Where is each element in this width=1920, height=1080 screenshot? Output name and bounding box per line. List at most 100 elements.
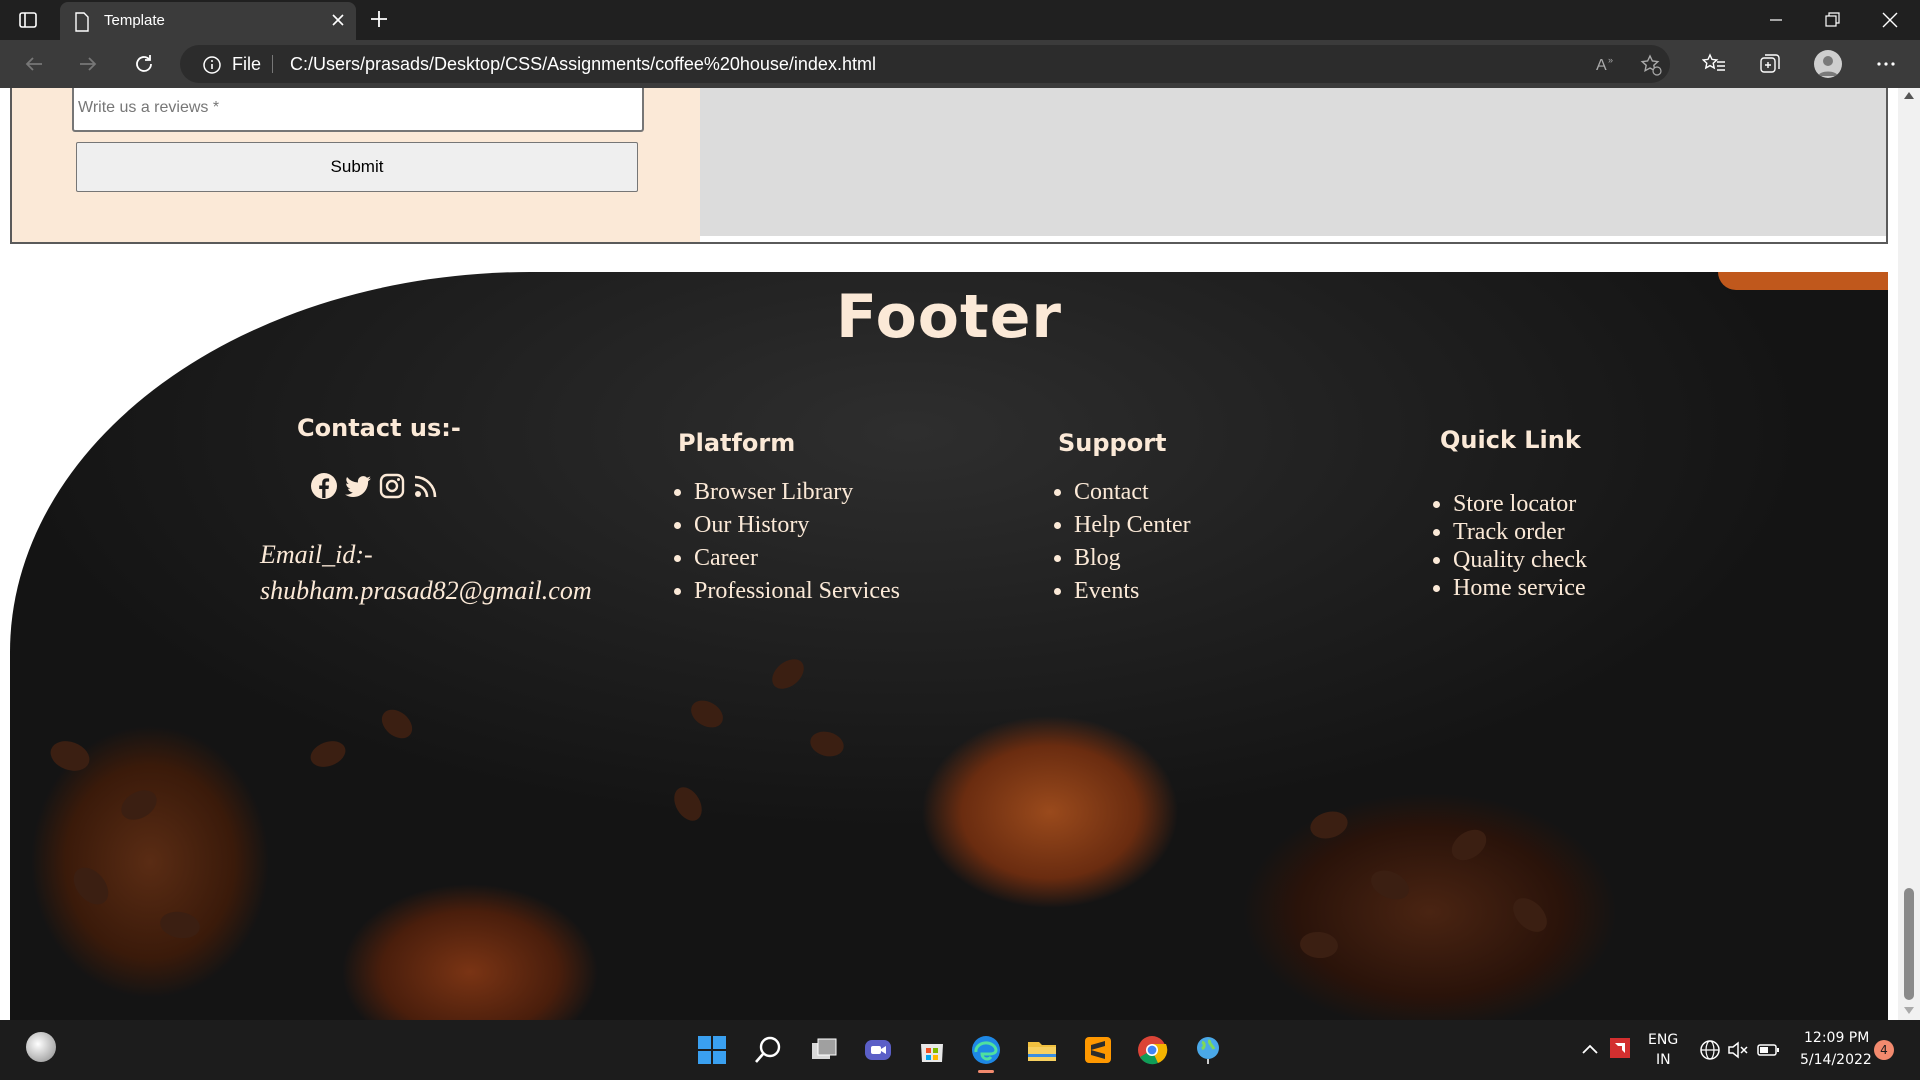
scroll-up-arrow-icon[interactable] [1904,92,1914,99]
collections-icon[interactable] [1758,52,1782,80]
chrome-icon[interactable] [1136,1034,1168,1066]
quick-link-heading: Quick Link [1440,426,1581,454]
svg-text:A: A [1596,57,1607,74]
footer-link[interactable]: Professional Services [694,575,900,608]
info-icon[interactable] [202,55,222,79]
browser-toolbar: File C:/Users/prasads/Desktop/CSS/Assign… [0,40,1920,88]
instagram-icon[interactable] [378,472,406,500]
language-indicator[interactable]: ENG [1648,1032,1678,1048]
chat-icon[interactable] [862,1034,894,1066]
more-options-icon[interactable] [1874,52,1898,80]
footer-link[interactable]: Our History [694,509,900,542]
close-window-icon[interactable] [1878,8,1902,32]
coffee-bean [46,736,94,776]
footer-link[interactable]: Events [1074,575,1191,608]
footer-link[interactable]: Career [694,542,900,575]
edge-browser-icon[interactable] [970,1034,1002,1066]
svg-text:»: » [1608,55,1613,65]
globe-app-icon[interactable] [1192,1034,1224,1066]
review-input[interactable] [72,88,644,132]
footer: Footer Contact us:- Email_id:- shubham.p… [10,272,1888,1020]
clock-time[interactable]: 12:09 PM [1804,1030,1869,1046]
refresh-icon[interactable] [132,52,156,76]
document-icon [74,12,90,36]
footer-link[interactable]: Blog [1074,542,1191,575]
new-tab-icon[interactable] [368,8,390,34]
email-value: shubham.prasad82@gmail.com [260,576,592,605]
review-section: Submit [10,88,1888,244]
coffee-bean [1298,930,1340,960]
scroll-down-arrow-icon[interactable] [1904,1007,1914,1014]
address-separator [272,55,273,73]
review-form-panel: Submit [12,88,700,242]
coffee-bean [807,728,847,760]
language-region: IN [1656,1052,1671,1068]
coffee-bean [668,782,708,826]
active-app-indicator [978,1070,994,1073]
footer-link[interactable]: Browser Library [694,476,900,509]
favorites-icon[interactable] [1701,52,1726,80]
support-list: Contact Help Center Blog Events [1074,476,1191,608]
address-bar[interactable]: File C:/Users/prasads/Desktop/CSS/Assign… [180,45,1670,83]
weather-widget-icon[interactable] [26,1032,56,1062]
battery-icon[interactable] [1756,1038,1782,1062]
footer-title: Footer [836,282,1062,352]
coffee-bean [376,703,418,745]
rss-icon[interactable] [412,472,440,500]
task-view-icon[interactable] [808,1034,840,1066]
vertical-scrollbar[interactable] [1898,88,1920,1020]
search-icon[interactable] [752,1034,784,1066]
taskbar: ENG IN 12:09 PM 5/14/2022 4 [0,1020,1920,1080]
coffee-bean [158,908,202,942]
scrollbar-thumb[interactable] [1904,888,1914,1000]
clock-date[interactable]: 5/14/2022 [1800,1052,1872,1068]
restore-icon[interactable] [1820,8,1844,32]
footer-link[interactable]: Track order [1453,518,1587,546]
close-tab-icon[interactable] [330,12,346,32]
network-icon[interactable] [1698,1038,1722,1062]
footer-link[interactable]: Quality check [1453,546,1587,574]
submit-button[interactable]: Submit [76,142,638,192]
microsoft-store-icon[interactable] [916,1034,948,1066]
minimize-icon[interactable] [1764,8,1788,32]
browser-tab-bar: Template [0,0,1920,40]
notification-badge[interactable]: 4 [1874,1040,1894,1060]
browser-tab[interactable]: Template [60,2,356,40]
amd-software-icon[interactable] [1608,1036,1632,1060]
footer-link[interactable]: Contact [1074,476,1191,509]
start-icon[interactable] [696,1034,728,1066]
profile-avatar[interactable] [1814,50,1842,78]
email-label: Email_id:- [260,540,373,569]
platform-list: Browser Library Our History Career Profe… [694,476,900,608]
contact-heading: Contact us:- [297,414,461,442]
tab-actions-menu-icon[interactable] [18,10,38,30]
tab-title: Template [104,12,165,29]
footer-link[interactable]: Help Center [1074,509,1191,542]
support-heading: Support [1058,429,1167,457]
back-icon[interactable] [22,52,46,76]
coffee-bean [116,784,162,826]
facebook-icon[interactable] [310,472,338,500]
forward-icon[interactable] [76,52,100,76]
footer-link[interactable]: Home service [1453,574,1587,602]
address-scheme-label: File [232,54,262,74]
coffee-bean [66,860,116,912]
platform-heading: Platform [678,429,796,457]
page-viewport: Submit Footer Contact us:- [0,88,1920,1020]
add-favorite-icon[interactable] [1640,54,1662,80]
twitter-icon[interactable] [344,472,372,500]
coffee-bean [1366,864,1414,906]
quick-link-list: Store locator Track order Quality check … [1453,490,1587,602]
coffee-bean [686,695,728,733]
coffee-bean [766,653,810,695]
coffee-bean [1445,823,1493,867]
show-hidden-icons-icon[interactable] [1578,1038,1602,1062]
file-explorer-icon[interactable] [1026,1034,1058,1066]
volume-muted-icon[interactable] [1726,1038,1750,1062]
sublime-text-icon[interactable] [1082,1034,1114,1066]
url-text[interactable]: C:/Users/prasads/Desktop/CSS/Assignments… [290,54,876,75]
review-side-panel [700,88,1886,236]
read-aloud-icon[interactable]: A» [1596,54,1618,78]
footer-link[interactable]: Store locator [1453,490,1587,518]
social-links [310,472,440,500]
